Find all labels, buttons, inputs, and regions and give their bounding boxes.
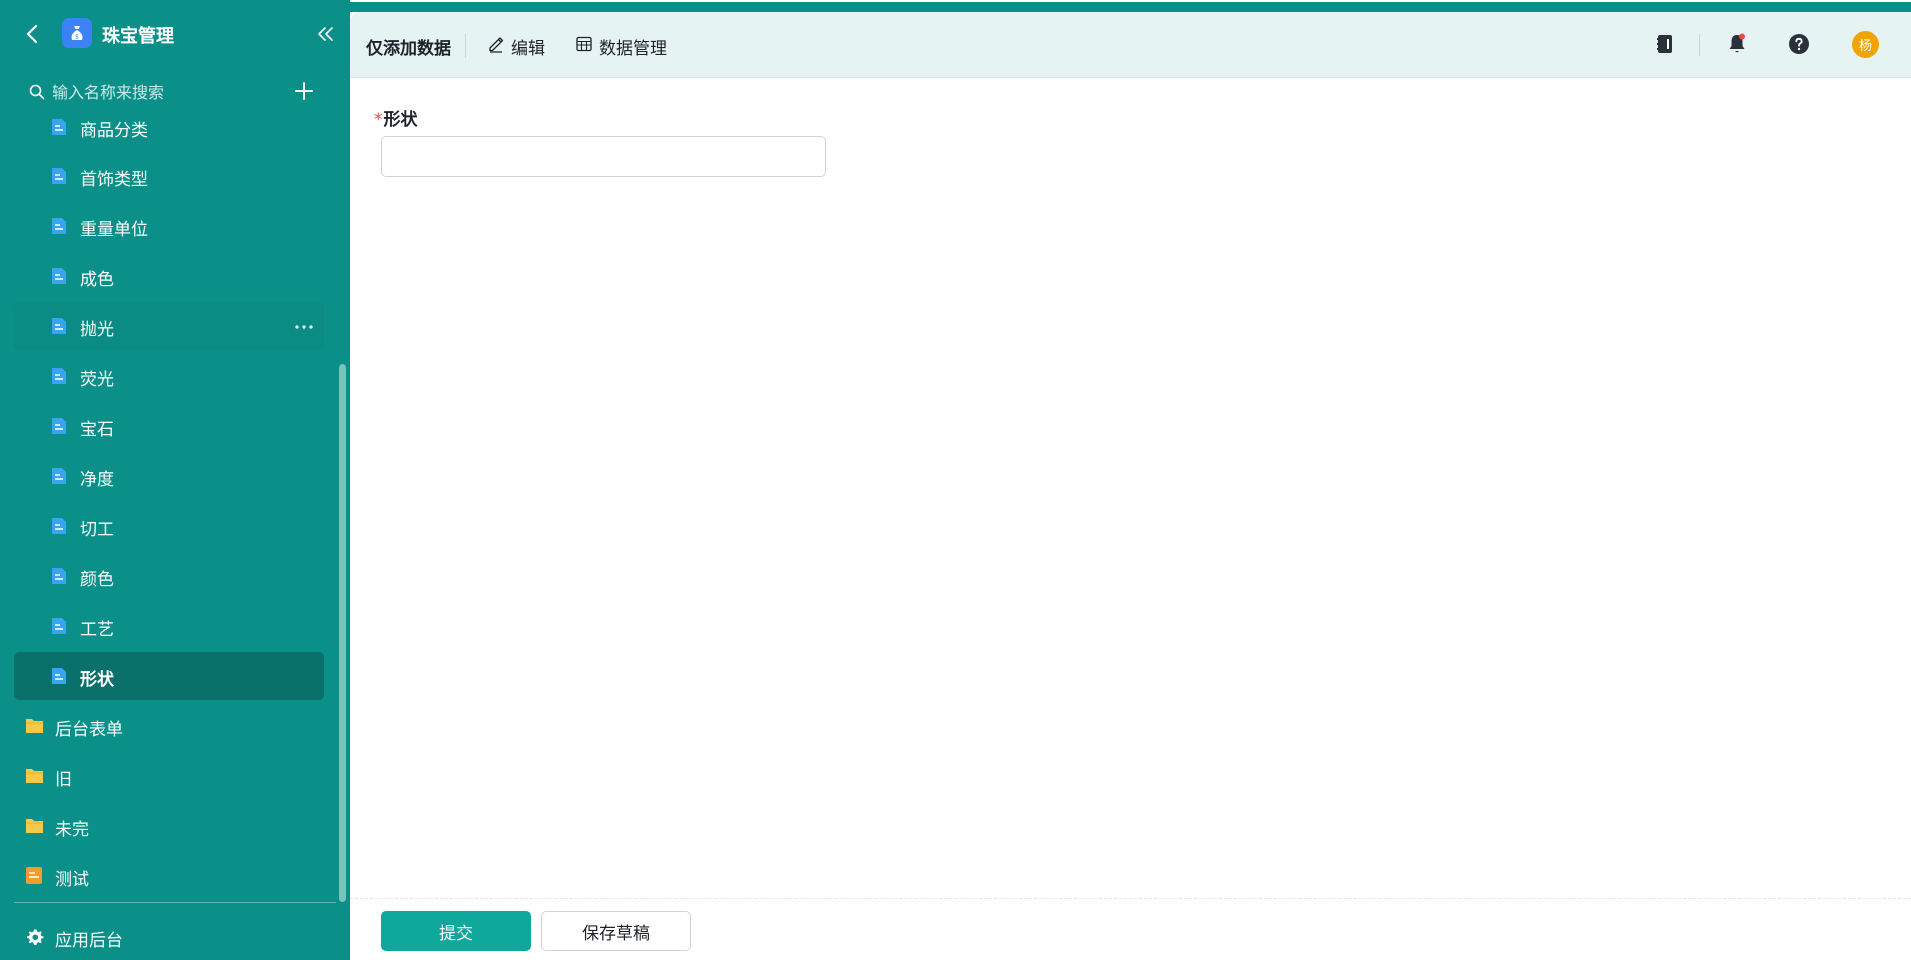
file-form-icon [52, 318, 66, 334]
search-input[interactable] [52, 79, 272, 105]
data-manage-label: 数据管理 [599, 39, 667, 59]
sidebar-item-label: 工艺 [80, 620, 114, 640]
sidebar-item-color[interactable]: 颜色 [14, 552, 324, 600]
sidebar-item-fluorescence[interactable]: 荧光 [14, 352, 324, 400]
main-panel: 仅添加数据 编辑 数据管理 杨 *形状 提交 保存草稿 [350, 12, 1911, 960]
file-form-icon [52, 618, 66, 634]
toolbar: 仅添加数据 编辑 数据管理 杨 [350, 12, 1911, 78]
sidebar: $ 珠宝管理 商品分类 首饰类型 [0, 0, 350, 960]
file-form-icon [52, 668, 66, 684]
collapse-sidebar-button[interactable] [316, 23, 336, 45]
back-button[interactable] [22, 20, 44, 48]
file-form-icon [52, 268, 66, 284]
file-form-icon [52, 468, 66, 484]
sidebar-item-old[interactable]: 旧 [14, 752, 324, 800]
chevron-left-icon [26, 24, 38, 44]
help-button[interactable] [1787, 32, 1811, 56]
app-title: 珠宝管理 [102, 26, 174, 47]
folder-icon [26, 819, 43, 833]
save-draft-button[interactable]: 保存草稿 [541, 911, 691, 951]
file-form-icon [52, 119, 66, 135]
sidebar-item-weight-unit[interactable]: 重量单位 [14, 202, 324, 250]
sidebar-item-label: 形状 [80, 670, 114, 690]
table-icon [576, 36, 592, 52]
add-button[interactable] [293, 80, 315, 102]
svg-text:$: $ [75, 34, 79, 41]
sidebar-item-label: 抛光 [80, 320, 114, 340]
sidebar-item-label: 宝石 [80, 420, 114, 440]
sidebar-item-gemstone[interactable]: 宝石 [14, 402, 324, 450]
sidebar-item-label: 净度 [80, 470, 114, 490]
sidebar-item-shape[interactable]: 形状 [14, 652, 324, 700]
sidebar-item-label: 首饰类型 [80, 170, 148, 190]
folder-icon [26, 769, 43, 783]
page-title: 仅添加数据 [366, 39, 451, 59]
sidebar-item-fineness[interactable]: 成色 [14, 252, 324, 300]
sidebar-item-unfinished[interactable]: 未完 [14, 802, 324, 850]
app-backend-label: 应用后台 [55, 931, 123, 951]
file-form-icon [52, 218, 66, 234]
help-icon [1789, 34, 1809, 54]
edit-button[interactable]: 编辑 [487, 32, 557, 59]
submit-button[interactable]: 提交 [381, 911, 531, 951]
sidebar-item-label: 未完 [55, 820, 89, 840]
sidebar-scrollbar[interactable] [339, 364, 346, 902]
data-manage-button[interactable]: 数据管理 [575, 32, 695, 59]
notebook-icon [1657, 35, 1672, 53]
sidebar-header: $ 珠宝管理 [0, 12, 350, 56]
double-chevron-left-icon [318, 27, 333, 41]
sidebar-item-label: 切工 [80, 520, 114, 540]
app-logo-icon: $ [62, 18, 92, 48]
folder-icon [26, 719, 43, 733]
sidebar-item-polish[interactable]: 抛光 [14, 302, 324, 350]
gear-icon [27, 929, 44, 945]
sidebar-item-test[interactable]: 测试 [14, 852, 324, 900]
sidebar-item-label: 旧 [55, 770, 72, 790]
file-form-icon [52, 418, 66, 434]
required-mark: * [374, 110, 383, 130]
more-options-icon[interactable] [294, 324, 314, 330]
pencil-icon [489, 37, 504, 53]
app-backend-link[interactable]: 应用后台 [14, 916, 324, 956]
edit-label: 编辑 [511, 39, 545, 59]
sidebar-item-label: 颜色 [80, 570, 114, 590]
sidebar-divider [14, 902, 336, 903]
sidebar-search [0, 76, 350, 108]
bell-icon [1729, 33, 1745, 53]
search-icon [29, 84, 45, 100]
notifications-button[interactable] [1725, 32, 1749, 56]
notebook-button[interactable] [1653, 32, 1677, 56]
file-form-icon [52, 518, 66, 534]
sidebar-item-goods-category[interactable]: 商品分类 [14, 116, 324, 151]
sidebar-item-label: 后台表单 [55, 720, 123, 740]
user-avatar[interactable]: 杨 [1852, 31, 1879, 58]
sidebar-item-cut[interactable]: 切工 [14, 502, 324, 550]
file-form-icon [52, 368, 66, 384]
form-footer: 提交 保存草稿 [350, 898, 1911, 960]
shape-field-label-text: 形状 [383, 110, 418, 130]
sidebar-item-label: 测试 [55, 870, 89, 890]
sidebar-item-label: 重量单位 [80, 220, 148, 240]
form-area: *形状 [350, 78, 1911, 910]
file-form-icon [52, 168, 66, 184]
sidebar-item-backend-forms[interactable]: 后台表单 [14, 702, 324, 750]
sidebar-nav: 商品分类 首饰类型 重量单位 成色 抛光 荧光 宝石 净度 切工 颜色 工艺 形… [0, 116, 335, 906]
toolbar-divider [465, 34, 466, 58]
sidebar-item-jewelry-type[interactable]: 首饰类型 [14, 152, 324, 200]
sidebar-item-craft[interactable]: 工艺 [14, 602, 324, 650]
sidebar-item-clarity[interactable]: 净度 [14, 452, 324, 500]
report-icon [26, 867, 42, 884]
sidebar-item-label: 荧光 [80, 370, 114, 390]
sidebar-item-label: 商品分类 [80, 121, 148, 141]
sidebar-item-label: 成色 [80, 270, 114, 290]
toolbar-divider-right [1699, 34, 1700, 56]
plus-icon [295, 82, 313, 100]
shape-input[interactable] [381, 136, 826, 177]
shape-field-label: *形状 [374, 105, 418, 130]
file-form-icon [52, 568, 66, 584]
